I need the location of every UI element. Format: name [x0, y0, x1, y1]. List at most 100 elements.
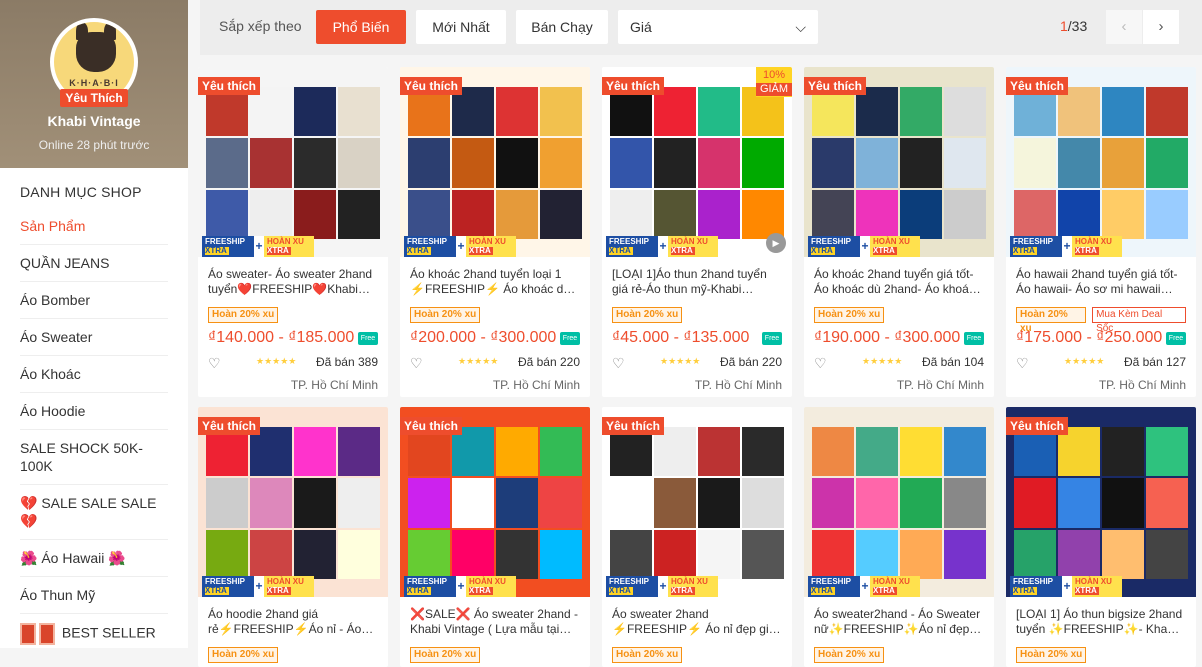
rating-stars: ★★★★★ — [660, 356, 701, 366]
like-heart-icon[interactable]: ♡ — [410, 355, 423, 372]
product-card[interactable]: Yêu thích FREESHIP XTRA + HOÀN XU XTRA Áo swea… — [198, 67, 388, 397]
product-image[interactable]: Yêu thích FREESHIP XTRA + HOÀN XU XTRA — [804, 67, 994, 257]
shop-location: TP. Hồ Chí Minh — [290, 378, 378, 392]
category-item-sale-sale[interactable]: 💔 SALE SALE SALE 💔 — [20, 485, 168, 540]
category-item-tshirt[interactable]: Áo Thun Mỹ — [20, 577, 168, 614]
product-image[interactable]: Yêu thích FREESHIP XTRA + HOÀN XU XTRA — [1006, 407, 1196, 597]
shop-name[interactable]: Khabi Vintage — [0, 113, 188, 129]
product-price: ₫140.000 - ₫185.000 Free — [208, 329, 378, 349]
product-card[interactable]: FREESHIP XTRA + HOÀN XU XTRA Áo sweater2hand … — [804, 407, 994, 667]
product-price: ₫190.000 - ₫300.000 Free — [814, 329, 984, 349]
product-price: ₫200.000 - ₫300.000 Free — [410, 329, 580, 349]
product-photo — [408, 427, 582, 579]
product-card[interactable]: Yêu thích 10% GIẢM FREESHIP XTRA + HOÀN XU XTRA… — [602, 67, 792, 397]
category-title: DANH MỤC SHOP — [20, 184, 142, 200]
product-photo — [812, 427, 986, 579]
product-image[interactable]: Yêu thích FREESHIP XTRA + HOÀN XU XTRA — [198, 67, 388, 257]
like-heart-icon[interactable]: ♡ — [208, 355, 221, 372]
freeship-promo-banner: FREESHIP XTRA + HOÀN XU XTRA — [404, 576, 516, 597]
cashback-badge: Hoàn 20% xu — [1016, 307, 1087, 334]
product-card[interactable]: Yêu thích FREESHIP XTRA + HOÀN XU XTRA Áo khoá… — [400, 67, 590, 397]
free-shipping-truck-icon: Free — [762, 332, 782, 345]
product-card[interactable]: Yêu thích FREESHIP XTRA + HOÀN XU XTRA Áo swea… — [602, 407, 792, 667]
product-meta: ♡ ★★★★★ Đã bán 127 — [1016, 355, 1186, 373]
free-shipping-truck-icon: Free — [1166, 332, 1186, 345]
cashback-badge: Hoàn 20% xu — [410, 647, 481, 663]
product-name[interactable]: Áo sweater- Áo sweater 2hand tuyển❤️FREE… — [198, 257, 388, 303]
sort-newest-button[interactable]: Mới Nhất — [416, 10, 506, 44]
avatar-brand-text: K·H·A·B·I — [69, 78, 119, 88]
sort-price-select[interactable]: Giá ⌵ — [618, 10, 818, 44]
product-card[interactable]: Yêu thích FREESHIP XTRA + HOÀN XU XTRA Áo khoá… — [804, 67, 994, 397]
product-name[interactable]: ❌SALE❌ Áo sweater 2hand - Khabi Vintage … — [400, 597, 590, 643]
product-meta: ♡ ★★★★★ Đã bán 220 — [410, 355, 580, 373]
voucher-row: Hoàn 20% xu — [814, 647, 984, 663]
rating-stars: ★★★★★ — [862, 356, 903, 366]
freeship-promo-banner: FREESHIP XTRA + HOÀN XU XTRA — [1010, 576, 1122, 597]
product-name[interactable]: Áo hoodie 2hand giá rẻ⚡FREESHIP⚡Áo nỉ - … — [198, 597, 388, 643]
cashback-badge: Hoàn 20% xu — [1016, 647, 1087, 663]
prev-page-button[interactable]: ‹ — [1106, 10, 1142, 44]
discount-badge: 10% GIẢM — [756, 67, 792, 97]
like-heart-icon[interactable]: ♡ — [612, 355, 625, 372]
category-item-jeans[interactable]: QUẦN JEANS — [20, 245, 168, 282]
category-item-sale-shock[interactable]: SALE SHOCK 50K-100K — [20, 430, 168, 485]
category-item-best-seller[interactable]: BEST SELLER — [20, 614, 168, 654]
product-image[interactable]: Yêu thích FREESHIP XTRA + HOÀN XU XTRA — [400, 67, 590, 257]
sort-label: Sắp xếp theo — [219, 18, 302, 34]
favorite-badge: Yêu thích — [602, 77, 665, 95]
sold-count: Đã bán 104 — [921, 355, 984, 369]
like-heart-icon[interactable]: ♡ — [1016, 355, 1029, 372]
product-name[interactable]: Áo hawaii 2hand tuyển giá tốt- Áo hawaii… — [1006, 257, 1196, 303]
product-image[interactable]: Yêu thích FREESHIP XTRA + HOÀN XU XTRA — [400, 407, 590, 597]
voucher-row: Hoàn 20% xu Mua Kèm Deal Sốc — [1016, 307, 1186, 334]
product-name[interactable]: Áo sweater 2hand ⚡FREESHIP⚡ Áo nỉ đẹp gi… — [602, 597, 792, 643]
product-card[interactable]: Yêu thích FREESHIP XTRA + HOÀN XU XTRA Áo hawa… — [1006, 67, 1196, 397]
product-name[interactable]: Áo khoác 2hand tuyển giá tốt- Áo khoác d… — [804, 257, 994, 303]
sort-best-selling-button[interactable]: Bán Chạy — [516, 10, 608, 44]
play-icon[interactable]: ▶ — [766, 233, 786, 253]
product-name[interactable]: Áo sweater2hand - Áo Sweater nữ✨FREESHIP… — [804, 597, 994, 643]
favorite-badge: Yêu thích — [400, 417, 463, 435]
category-item-products[interactable]: Sản Phẩm — [20, 208, 168, 245]
next-page-button[interactable]: › — [1143, 10, 1179, 44]
voucher-row: Hoàn 20% xu — [208, 307, 378, 323]
product-name[interactable]: [LOẠI 1] Áo thun bigsize 2hand tuyển ✨FR… — [1006, 597, 1196, 643]
product-name[interactable]: Áo khoác 2hand tuyển loại 1 ⚡FREESHIP⚡ Á… — [400, 257, 590, 303]
category-item-jacket[interactable]: Áo Khoác — [20, 356, 168, 393]
product-image[interactable]: Yêu thích 10% GIẢM FREESHIP XTRA + HOÀN XU XTRA… — [602, 67, 792, 257]
category-item-hoodie[interactable]: Áo Hoodie — [20, 393, 168, 430]
favorite-badge: Yêu thích — [602, 417, 665, 435]
product-card[interactable]: Yêu thích FREESHIP XTRA + HOÀN XU XTRA [LOẠI 1… — [1006, 407, 1196, 667]
cashback-badge: Hoàn 20% xu — [814, 307, 885, 323]
product-name[interactable]: [LOẠI 1]Áo thun 2hand tuyển giá rẻ-Áo th… — [602, 257, 792, 303]
product-image[interactable]: Yêu thích FREESHIP XTRA + HOÀN XU XTRA — [1006, 67, 1196, 257]
favorite-badge: Yêu thích — [198, 77, 261, 95]
product-image[interactable]: Yêu thích FREESHIP XTRA + HOÀN XU XTRA — [198, 407, 388, 597]
shop-location: TP. Hồ Chí Minh — [492, 378, 580, 392]
freeship-promo-banner: FREESHIP XTRA + HOÀN XU XTRA — [808, 236, 920, 257]
category-item-bomber[interactable]: Áo Bomber — [20, 282, 168, 319]
product-image[interactable]: FREESHIP XTRA + HOÀN XU XTRA — [804, 407, 994, 597]
like-heart-icon[interactable]: ♡ — [814, 355, 827, 372]
product-price: ₫175.000 - ₫250.000 Free — [1016, 329, 1186, 349]
category-item-sweater[interactable]: Áo Sweater — [20, 319, 168, 356]
sold-count: Đã bán 220 — [719, 355, 782, 369]
shop-location: TP. Hồ Chí Minh — [896, 378, 984, 392]
category-item-hawaii[interactable]: 🌺 Áo Hawaii 🌺 — [20, 540, 168, 577]
free-shipping-truck-icon: Free — [560, 332, 580, 345]
product-photo — [408, 87, 582, 239]
rating-stars: ★★★★★ — [256, 356, 297, 366]
rating-stars: ★★★★★ — [1064, 356, 1105, 366]
product-card[interactable]: Yêu thích FREESHIP XTRA + HOÀN XU XTRA Áo hood… — [198, 407, 388, 667]
product-card[interactable]: Yêu thích FREESHIP XTRA + HOÀN XU XTRA ❌SALE❌ … — [400, 407, 590, 667]
product-photo — [812, 87, 986, 239]
favorite-badge: Yêu thích — [1006, 77, 1069, 95]
sort-popular-button[interactable]: Phổ Biến — [316, 10, 406, 44]
product-image[interactable]: Yêu thích FREESHIP XTRA + HOÀN XU XTRA — [602, 407, 792, 597]
cashback-badge: Hoàn 20% xu — [208, 307, 279, 323]
voucher-row: Hoàn 20% xu — [814, 307, 984, 323]
cashback-badge: Hoàn 20% xu — [814, 647, 885, 663]
category-best-seller-label: BEST SELLER — [61, 624, 156, 641]
online-status: Online 28 phút trước — [38, 138, 150, 152]
